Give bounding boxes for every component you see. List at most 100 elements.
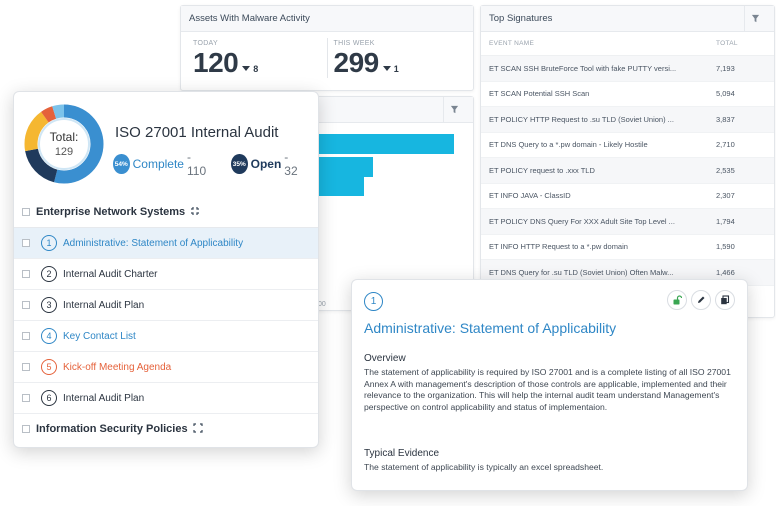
total-cell: 3,837 [716, 114, 735, 124]
col-event-name[interactable]: EVENT NAME [489, 40, 534, 47]
malware-activity-panel: Assets With Malware Activity TODAY 120 8… [180, 5, 474, 91]
item-checkbox[interactable] [22, 270, 30, 278]
bar-mark[interactable] [319, 157, 373, 177]
item-checkbox[interactable] [22, 239, 30, 247]
complete-percent-badge: 54% [113, 154, 130, 174]
signatures-title: Top Signatures [489, 13, 553, 24]
unlock-button[interactable] [667, 290, 687, 310]
table-row[interactable]: ET INFO HTTP Request to a *.pw domain 1,5… [481, 235, 774, 260]
bar-mark[interactable] [319, 176, 364, 196]
table-row[interactable]: ET SCAN Potential SSH Scan 5,094 [481, 82, 774, 107]
section-checkbox[interactable] [22, 425, 30, 433]
axis-tick-label: 00 [318, 301, 326, 308]
section-title: Information Security Policies [36, 423, 188, 435]
pencil-icon [698, 296, 705, 303]
audit-item[interactable]: 4 Key Contact List [14, 321, 318, 352]
audit-card: Total: 129 ISO 27001 Internal Audit 54% … [13, 91, 319, 448]
collapse-icon[interactable] [190, 206, 200, 219]
item-number-badge: 4 [41, 328, 57, 344]
signature-list: ET SCAN SSH BruteForce Tool with fake PU… [481, 56, 774, 286]
event-name-cell: ET POLICY request to .xxx TLD [489, 165, 595, 175]
edit-button[interactable] [691, 290, 711, 310]
total-cell: 2,710 [716, 140, 735, 150]
audit-title: ISO 27001 Internal Audit [115, 124, 279, 141]
item-label: Administrative: Statement of Applicabili… [63, 237, 244, 249]
item-number-badge: 3 [41, 297, 57, 313]
section-checkbox[interactable] [22, 208, 30, 216]
overview-text: The statement of applicability is requir… [364, 367, 731, 412]
donut-total-label: Total: [49, 130, 79, 144]
today-stat: TODAY 120 8 [187, 38, 327, 78]
audit-item-list: 1 Administrative: Statement of Applicabil… [14, 227, 318, 414]
audit-item[interactable]: 2 Internal Audit Charter [14, 259, 318, 290]
evidence-heading: Typical Evidence [364, 448, 440, 459]
table-row[interactable]: ET POLICY request to .xxx TLD 2,535 [481, 158, 774, 184]
item-number-badge: 2 [41, 266, 57, 282]
week-delta: 1 [393, 64, 399, 74]
expand-icon[interactable] [192, 422, 203, 436]
dashboard-stage: Assets With Malware Activity TODAY 120 8… [0, 0, 776, 506]
section-information-security-policies[interactable]: Information Security Policies [14, 414, 318, 444]
filter-icon[interactable] [443, 96, 465, 123]
week-value: 299 [333, 47, 380, 78]
audit-item[interactable]: 6 Internal Audit Plan [14, 383, 318, 414]
total-cell: 2,307 [716, 191, 735, 201]
event-name-cell: ET SCAN SSH BruteForce Tool with fake PU… [489, 63, 677, 73]
copy-icon [721, 295, 730, 305]
item-label: Internal Audit Plan [63, 392, 145, 404]
today-value: 120 [193, 47, 239, 78]
item-number-badge: 1 [41, 235, 57, 251]
detail-number-badge: 1 [364, 292, 383, 311]
week-stat: THIS WEEK 299 1 [326, 38, 468, 78]
open-label[interactable]: Open [251, 157, 282, 171]
copy-button[interactable] [715, 290, 735, 310]
item-label: Internal Audit Plan [63, 299, 145, 311]
malware-panel-title: Assets With Malware Activity [181, 6, 473, 32]
total-cell: 2,535 [716, 165, 735, 175]
open-percent-badge: 35% [231, 154, 248, 174]
event-name-cell: ET INFO JAVA - ClassID [489, 191, 571, 201]
item-label: Key Contact List [63, 330, 136, 342]
filter-icon[interactable] [744, 5, 766, 32]
top-signatures-panel: Top Signatures EVENT NAME TOTAL ET SCAN … [480, 5, 775, 318]
down-arrow-icon [382, 66, 391, 71]
overview-heading: Overview [364, 353, 406, 364]
table-row[interactable]: ET INFO JAVA - ClassID 2,307 [481, 184, 774, 209]
event-name-cell: ET DNS Query to a *.pw domain - Likely H… [489, 140, 648, 150]
event-name-cell: ET POLICY DNS Query For XXX Adult Site T… [489, 216, 675, 226]
total-cell: 7,193 [716, 63, 735, 73]
item-label: Kick-off Meeting Agenda [63, 361, 172, 373]
event-name-cell: ET DNS Query for .su TLD (Soviet Union) … [489, 267, 674, 277]
total-cell: 1,794 [716, 216, 735, 226]
event-name-cell: ET INFO HTTP Request to a *.pw domain [489, 242, 628, 252]
audit-item[interactable]: 5 Kick-off Meeting Agenda [14, 352, 318, 383]
total-cell: 5,094 [716, 89, 735, 99]
section-enterprise-network-systems[interactable]: Enterprise Network Systems [14, 197, 318, 227]
item-checkbox[interactable] [22, 363, 30, 371]
evidence-text: The statement of applicability is typica… [364, 462, 604, 472]
unlock-icon [673, 295, 682, 305]
bar-mark[interactable] [319, 134, 454, 154]
item-label: Internal Audit Charter [63, 268, 158, 280]
complete-label[interactable]: Complete [133, 157, 184, 171]
event-name-cell: ET SCAN Potential SSH Scan [489, 89, 590, 99]
item-checkbox[interactable] [22, 332, 30, 340]
open-count: - 32 [284, 150, 298, 178]
item-number-badge: 5 [41, 359, 57, 375]
table-row[interactable]: ET DNS Query to a *.pw domain - Likely H… [481, 133, 774, 158]
detail-card: 1 Administrative: Statement of Applicabi… [351, 279, 748, 491]
total-cell: 1,590 [716, 242, 735, 252]
item-checkbox[interactable] [22, 394, 30, 402]
donut-total-count: 129 [54, 146, 74, 158]
table-row[interactable]: ET SCAN SSH BruteForce Tool with fake PU… [481, 56, 774, 82]
table-row[interactable]: ET POLICY HTTP Request to .su TLD (Sovie… [481, 107, 774, 133]
item-number-badge: 6 [41, 390, 57, 406]
audit-item[interactable]: 1 Administrative: Statement of Applicabil… [14, 228, 318, 259]
today-delta: 8 [253, 64, 259, 74]
detail-title: Administrative: Statement of Applicabili… [364, 320, 617, 336]
audit-item[interactable]: 3 Internal Audit Plan [14, 290, 318, 321]
col-total[interactable]: TOTAL [716, 40, 766, 47]
down-arrow-icon [242, 66, 251, 71]
table-row[interactable]: ET POLICY DNS Query For XXX Adult Site T… [481, 209, 774, 235]
item-checkbox[interactable] [22, 301, 30, 309]
